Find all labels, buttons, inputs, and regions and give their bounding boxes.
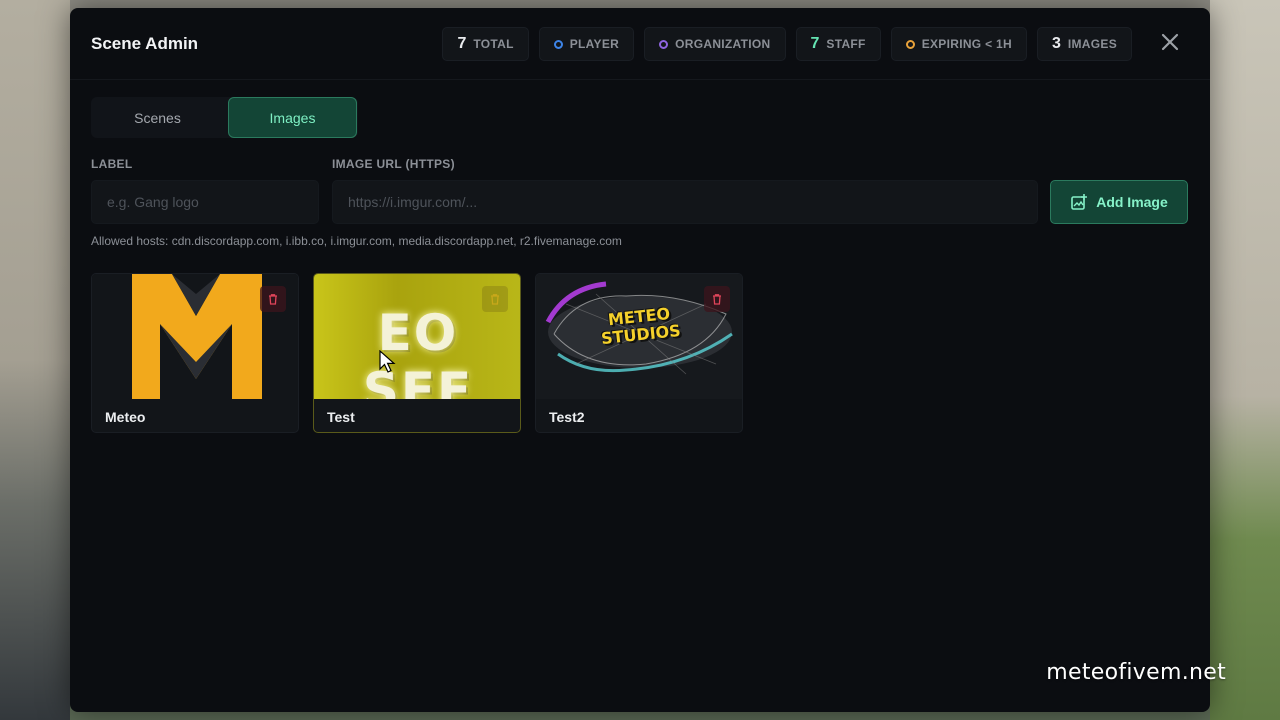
image-card-name: Test — [327, 409, 355, 425]
image-card[interactable]: METEO STUDIOS Test2 — [535, 273, 743, 433]
watermark: meteofivem.net — [1046, 660, 1226, 685]
add-image-icon — [1071, 194, 1088, 210]
mouse-cursor-icon — [379, 350, 396, 373]
stat-player: PLAYER — [538, 27, 635, 61]
tab-scenes[interactable]: Scenes — [91, 97, 224, 138]
organization-dot-icon — [659, 39, 669, 49]
stat-images: 3 IMAGES — [1036, 27, 1132, 61]
stat-images-value: 3 — [1051, 35, 1061, 52]
stat-images-label: IMAGES — [1067, 37, 1117, 51]
label-field-label: LABEL — [91, 157, 133, 171]
close-icon[interactable] — [1158, 32, 1182, 56]
game-background-left — [0, 0, 70, 720]
modal-header: Scene Admin 7 TOTAL PLAYER ORGANIZATION … — [70, 8, 1210, 80]
image-card[interactable]: Meteo — [91, 273, 299, 433]
stat-expiring: EXPIRING < 1H — [890, 27, 1027, 61]
tab-bar: Scenes Images — [91, 97, 358, 138]
stat-organization: ORGANIZATION — [644, 27, 786, 61]
tab-images[interactable]: Images — [228, 97, 357, 138]
stat-staff-label: STAFF — [826, 37, 866, 51]
delete-image-button[interactable] — [482, 286, 508, 312]
image-url-placeholder: https://i.imgur.com/... — [348, 194, 478, 210]
stats-bar: 7 TOTAL PLAYER ORGANIZATION 7 STAFF EXPI… — [442, 27, 1132, 61]
game-background-right — [1210, 0, 1280, 720]
trash-icon — [491, 294, 499, 305]
add-image-button[interactable]: Add Image — [1050, 180, 1188, 224]
player-dot-icon — [553, 39, 563, 49]
trash-icon — [713, 294, 721, 305]
stat-expiring-label: EXPIRING < 1H — [921, 37, 1012, 51]
image-card-name: Meteo — [105, 409, 146, 425]
scene-admin-modal: Scene Admin 7 TOTAL PLAYER ORGANIZATION … — [70, 8, 1210, 712]
delete-image-button[interactable] — [260, 286, 286, 312]
expiring-dot-icon — [905, 39, 915, 49]
allowed-hosts-text: Allowed hosts: cdn.discordapp.com, i.ibb… — [91, 234, 622, 248]
stat-organization-label: ORGANIZATION — [675, 37, 771, 51]
stat-total: 7 TOTAL — [442, 27, 529, 61]
stat-total-label: TOTAL — [473, 37, 514, 51]
trash-icon — [269, 294, 277, 305]
label-input-placeholder: e.g. Gang logo — [107, 194, 199, 210]
stat-staff: 7 STAFF — [795, 27, 881, 61]
url-field-label: IMAGE URL (HTTPS) — [332, 157, 455, 171]
image-card[interactable]: EO SEF Test — [313, 273, 521, 433]
stat-player-label: PLAYER — [569, 37, 620, 51]
test-banner-text: EO SEF — [362, 304, 474, 399]
add-image-label: Add Image — [1096, 194, 1168, 210]
image-url-input[interactable]: https://i.imgur.com/... — [332, 180, 1038, 224]
stat-total-value: 7 — [457, 35, 467, 52]
delete-image-button[interactable] — [704, 286, 730, 312]
label-input[interactable]: e.g. Gang logo — [91, 180, 319, 224]
modal-title: Scene Admin — [91, 34, 199, 53]
image-grid: Meteo EO SEF Test METEO STUDIOS Test2 — [91, 273, 743, 433]
image-card-name: Test2 — [549, 409, 585, 425]
stat-staff-value: 7 — [810, 35, 820, 52]
